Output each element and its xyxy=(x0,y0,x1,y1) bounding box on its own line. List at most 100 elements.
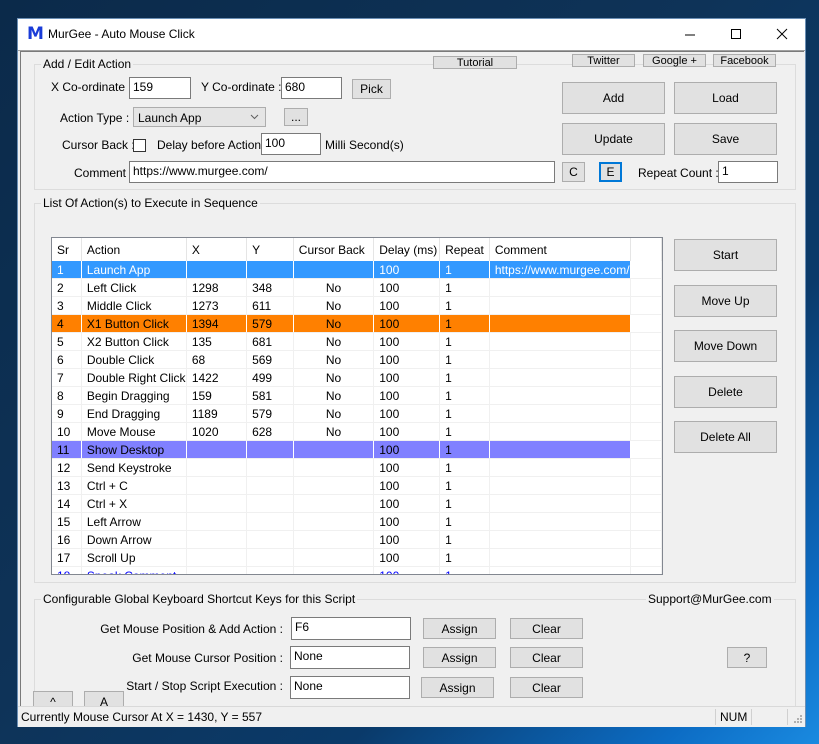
cell-repeat: 1 xyxy=(439,278,490,297)
column-header-comment[interactable]: Comment xyxy=(489,238,631,261)
update-button[interactable]: Update xyxy=(562,123,665,155)
assign-button-start-stop[interactable]: Assign xyxy=(421,677,494,698)
cell-filler xyxy=(630,261,662,279)
y-coordinate-input[interactable]: 680 xyxy=(281,77,342,99)
x-coordinate-input[interactable]: 159 xyxy=(129,77,191,99)
shortcut-input-cursor-position[interactable]: None xyxy=(290,646,410,669)
clear-button-cursor-position[interactable]: Clear xyxy=(510,647,583,668)
cell-filler xyxy=(630,440,662,459)
comment-c-button[interactable]: C xyxy=(562,162,585,182)
twitter-button[interactable]: Twitter xyxy=(572,54,635,67)
clear-button-add-action[interactable]: Clear xyxy=(510,618,583,639)
add-button[interactable]: Add xyxy=(562,82,665,114)
table-row[interactable]: 6 Double Click 68 569 No 100 1 xyxy=(52,350,662,369)
cell-filler xyxy=(630,314,662,333)
column-header-repeat[interactable]: Repeat xyxy=(439,238,490,261)
delete-button[interactable]: Delete xyxy=(674,376,777,408)
shortcut-input-start-stop[interactable]: None xyxy=(290,676,410,699)
table-row[interactable]: 9 End Dragging 1189 579 No 100 1 xyxy=(52,404,662,423)
close-button[interactable] xyxy=(759,19,805,49)
cell-comment xyxy=(489,422,631,441)
table-row[interactable]: 5 X2 Button Click 135 681 No 100 1 xyxy=(52,332,662,351)
clear-button-start-stop[interactable]: Clear xyxy=(510,677,583,698)
column-header-cursor-back[interactable]: Cursor Back xyxy=(293,238,375,261)
comment-label: Comment : xyxy=(74,166,133,180)
cell-x xyxy=(186,494,248,513)
table-row[interactable]: 4 X1 Button Click 1394 579 No 100 1 xyxy=(52,314,662,333)
cell-cursor-back: No xyxy=(293,386,375,405)
resize-grip-icon[interactable] xyxy=(793,714,803,724)
column-header-sr[interactable]: Sr xyxy=(52,238,82,261)
action-list-table[interactable]: Sr Action X Y Cursor Back Delay (ms) Rep… xyxy=(51,237,663,575)
cell-action: Move Mouse xyxy=(81,422,187,441)
table-row[interactable]: 7 Double Right Click 1422 499 No 100 1 xyxy=(52,368,662,387)
delay-input[interactable]: 100 xyxy=(261,133,321,155)
column-header-delay[interactable]: Delay (ms) xyxy=(373,238,441,261)
table-row[interactable]: 8 Begin Dragging 159 581 No 100 1 xyxy=(52,386,662,405)
table-row[interactable]: 2 Left Click 1298 348 No 100 1 xyxy=(52,278,662,297)
load-button[interactable]: Load xyxy=(674,82,777,114)
move-up-button[interactable]: Move Up xyxy=(674,285,777,317)
repeat-count-input[interactable]: 1 xyxy=(718,161,778,183)
cell-comment xyxy=(489,548,631,567)
table-row[interactable]: 3 Middle Click 1273 611 No 100 1 xyxy=(52,296,662,315)
facebook-button[interactable]: Facebook xyxy=(713,54,776,67)
cell-delay: 100 xyxy=(373,368,441,387)
table-row[interactable]: 16 Down Arrow 100 1 xyxy=(52,530,662,549)
action-type-select[interactable]: Launch App xyxy=(133,107,266,127)
cell-sr: 8 xyxy=(52,386,82,405)
more-options-button[interactable]: ... xyxy=(284,108,308,126)
cell-cursor-back xyxy=(293,494,375,513)
column-header-action[interactable]: Action xyxy=(81,238,187,261)
status-divider xyxy=(715,709,716,725)
status-divider xyxy=(751,709,752,725)
table-row[interactable]: 11 Show Desktop 100 1 xyxy=(52,440,662,459)
tutorial-button[interactable]: Tutorial xyxy=(433,56,517,69)
cell-comment xyxy=(489,476,631,495)
delete-all-button[interactable]: Delete All xyxy=(674,421,777,453)
column-header-x[interactable]: X xyxy=(186,238,248,261)
save-button[interactable]: Save xyxy=(674,123,777,155)
pick-button[interactable]: Pick xyxy=(352,79,391,99)
cell-x: 68 xyxy=(186,350,248,369)
cell-comment xyxy=(489,278,631,297)
table-row[interactable]: 14 Ctrl + X 100 1 xyxy=(52,494,662,513)
title-bar[interactable]: M MurGee - Auto Mouse Click xyxy=(18,19,805,51)
delay-label: Delay before Action : xyxy=(157,138,268,152)
cell-sr: 10 xyxy=(52,422,82,441)
move-down-button[interactable]: Move Down xyxy=(674,330,777,362)
cell-action: Left Arrow xyxy=(81,512,187,531)
cell-y xyxy=(246,494,294,513)
cell-filler xyxy=(630,512,662,531)
assign-button-cursor-position[interactable]: Assign xyxy=(423,647,496,668)
table-row[interactable]: 17 Scroll Up 100 1 xyxy=(52,548,662,567)
table-row[interactable]: 10 Move Mouse 1020 628 No 100 1 xyxy=(52,422,662,441)
help-button[interactable]: ? xyxy=(727,647,767,668)
cursor-back-checkbox[interactable] xyxy=(133,139,146,152)
delay-unit-label: Milli Second(s) xyxy=(325,138,404,152)
table-row[interactable]: 1 Launch App 100 1 https://www.murgee.com/ xyxy=(52,261,662,279)
cell-cursor-back: No xyxy=(293,314,375,333)
minimize-button[interactable] xyxy=(667,19,713,49)
shortcut-label-add-action: Get Mouse Position & Add Action : xyxy=(100,622,283,636)
table-row[interactable]: 15 Left Arrow 100 1 xyxy=(52,512,662,531)
table-row[interactable]: 18Speak Comment 1001 xyxy=(52,566,662,574)
start-button[interactable]: Start xyxy=(674,239,777,271)
column-header-y[interactable]: Y xyxy=(246,238,294,261)
cell-sr: 13 xyxy=(52,476,82,495)
cell-action: Ctrl + X xyxy=(81,494,187,513)
cell-repeat: 1 xyxy=(439,530,490,549)
support-email[interactable]: Support@MurGee.com xyxy=(646,592,774,606)
table-row[interactable]: 13 Ctrl + C 100 1 xyxy=(52,476,662,495)
chevron-down-icon xyxy=(250,114,259,120)
google-plus-button[interactable]: Google + xyxy=(643,54,706,67)
assign-button-add-action[interactable]: Assign xyxy=(423,618,496,639)
comment-e-button[interactable]: E xyxy=(599,162,622,182)
maximize-button[interactable] xyxy=(713,19,759,49)
cell-action: Middle Click xyxy=(81,296,187,315)
comment-input[interactable]: https://www.murgee.com/ xyxy=(129,161,555,183)
shortcut-input-add-action[interactable]: F6 xyxy=(291,617,411,640)
cell-filler xyxy=(630,530,662,549)
cell-y xyxy=(246,476,294,495)
table-row[interactable]: 12 Send Keystroke 100 1 xyxy=(52,458,662,477)
